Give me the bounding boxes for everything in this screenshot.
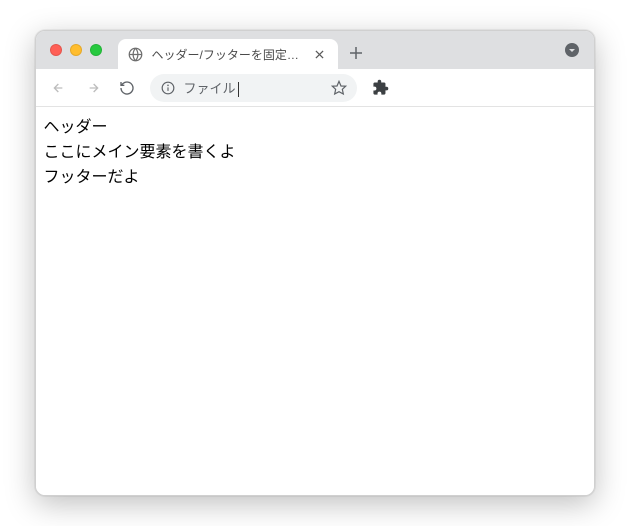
tab-strip: ヘッダー/フッターを固定する (118, 31, 584, 69)
address-value: ファイル (184, 81, 236, 96)
forward-button[interactable] (78, 73, 108, 103)
new-tab-button[interactable] (342, 39, 370, 67)
titlebar: ヘッダー/フッターを固定する (36, 31, 594, 69)
reload-button[interactable] (112, 73, 142, 103)
footer-text: フッターだよ (44, 166, 586, 190)
toolbar: ファイル (36, 69, 594, 107)
globe-icon (128, 46, 144, 62)
minimize-window-button[interactable] (70, 44, 82, 56)
browser-tab[interactable]: ヘッダー/フッターを固定する (118, 39, 338, 69)
tab-title: ヘッダー/フッターを固定する (152, 46, 304, 63)
main-text: ここにメイン要素を書くよ (44, 141, 586, 165)
close-window-button[interactable] (50, 44, 62, 56)
browser-window: ヘッダー/フッターを固定する (35, 30, 595, 496)
info-icon[interactable] (160, 80, 176, 96)
bookmark-star-icon[interactable] (331, 80, 347, 96)
window-controls (50, 44, 102, 56)
extensions-icon[interactable] (367, 74, 395, 102)
address-text: ファイル (184, 78, 323, 97)
address-bar[interactable]: ファイル (150, 74, 357, 102)
chevron-down-icon[interactable] (564, 42, 580, 58)
back-button[interactable] (44, 73, 74, 103)
maximize-window-button[interactable] (90, 44, 102, 56)
header-text: ヘッダー (44, 116, 586, 140)
close-tab-button[interactable] (312, 46, 328, 62)
page-content: ヘッダー ここにメイン要素を書くよ フッターだよ (36, 107, 594, 495)
